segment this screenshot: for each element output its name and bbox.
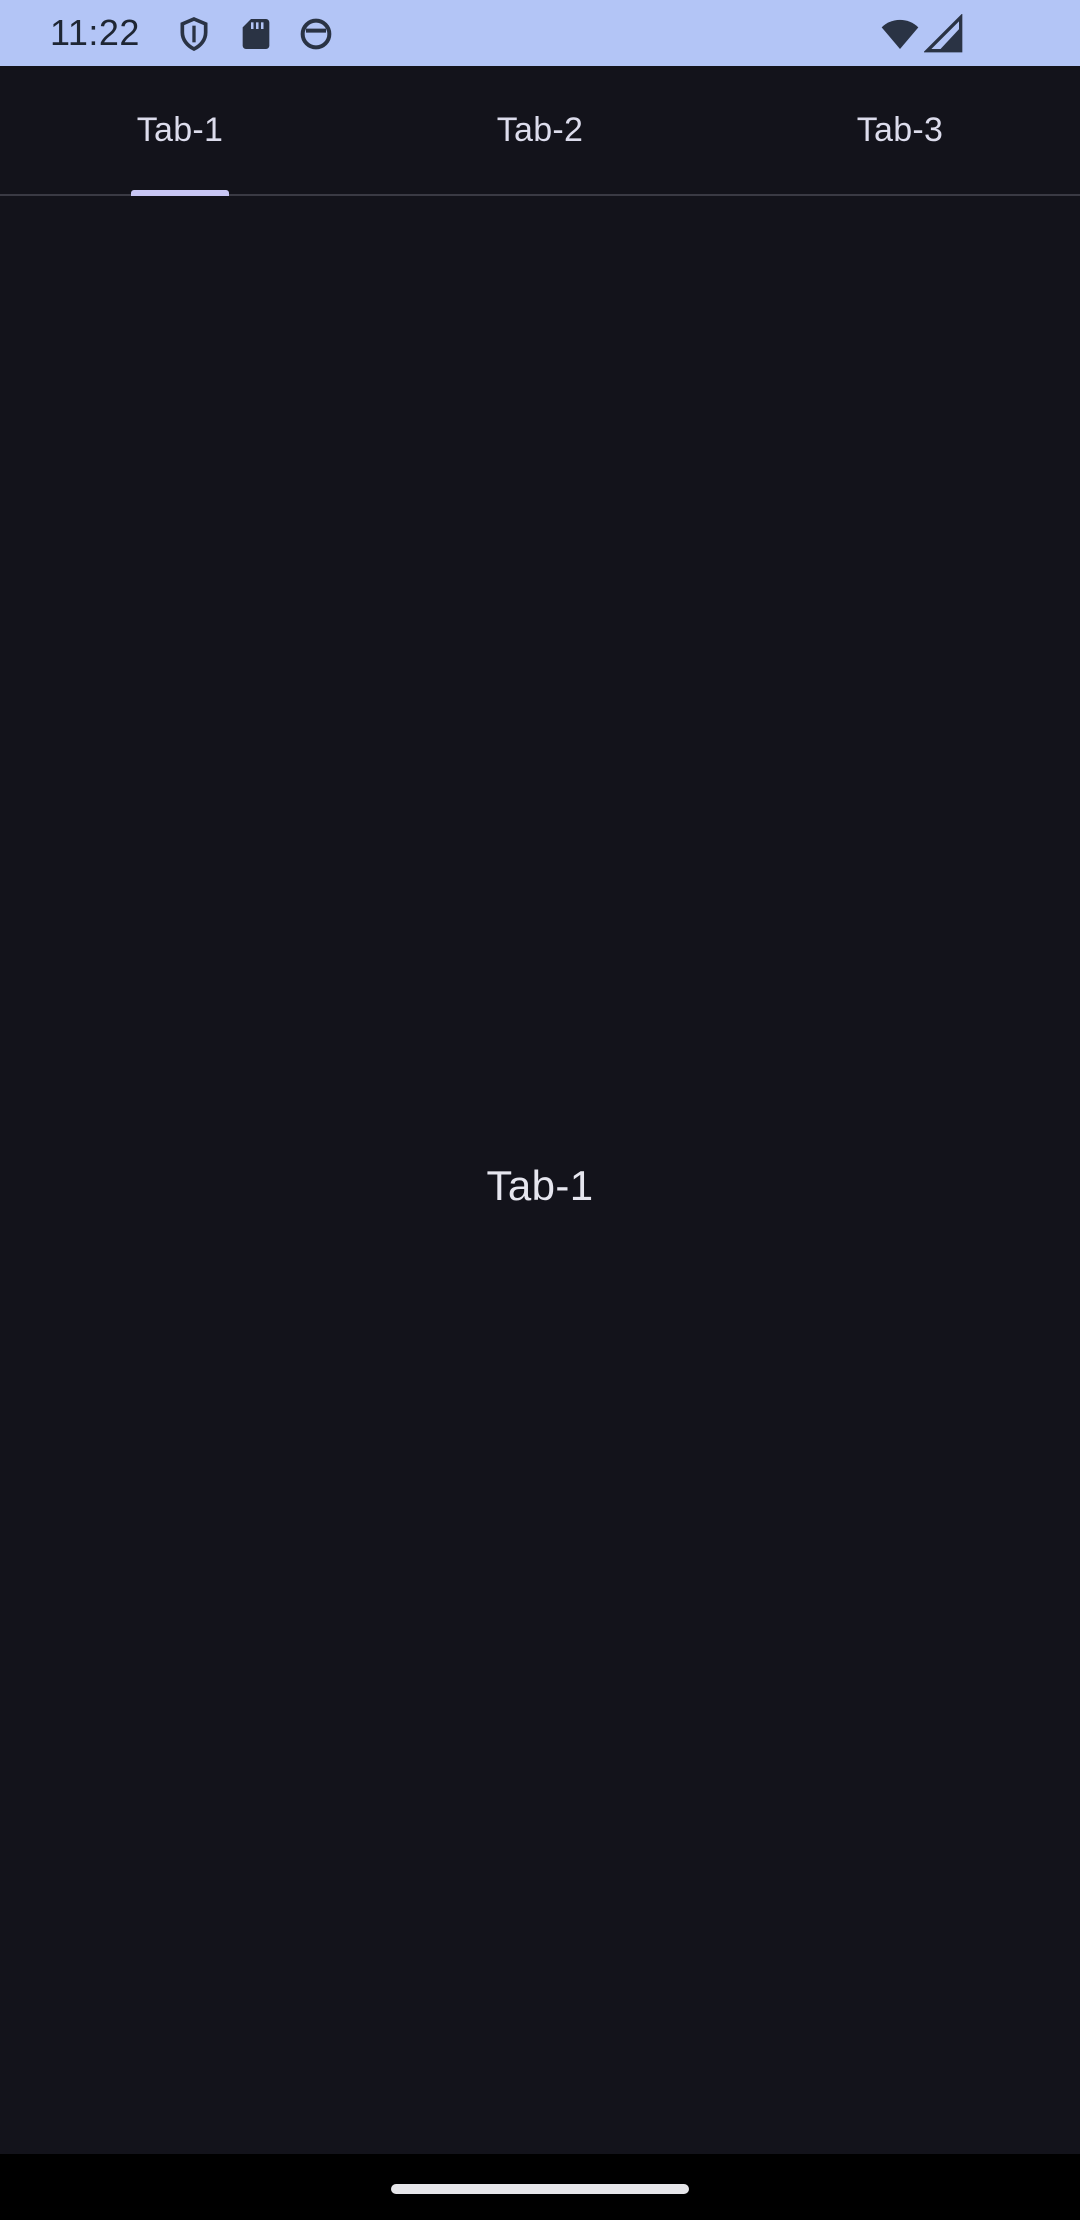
sync-icon [296,14,336,54]
cell-signal-icon [924,14,964,54]
tab-2[interactable]: Tab-2 [360,66,720,194]
tab-label: Tab-1 [136,110,224,149]
tab-bar: Tab-1 Tab-2 Tab-3 [0,66,1080,196]
tab-label: Tab-2 [496,110,584,149]
tab-3[interactable]: Tab-3 [720,66,1080,194]
tab-content-text: Tab-1 [486,1162,594,1209]
navigation-bar [0,2154,1080,2220]
shield-icon [174,14,214,54]
status-bar: 11:22 [0,0,1080,66]
tab-label: Tab-3 [856,110,944,149]
app-screen: Tab-1 Tab-2 Tab-3 Tab-1 [0,66,1080,2154]
sd-card-icon [236,14,276,54]
tab-1[interactable]: Tab-1 [0,66,360,196]
wifi-icon [880,14,920,54]
gesture-handle[interactable] [391,2184,689,2194]
tab-content: Tab-1 [0,196,1080,2154]
status-time: 11:22 [50,12,140,53]
